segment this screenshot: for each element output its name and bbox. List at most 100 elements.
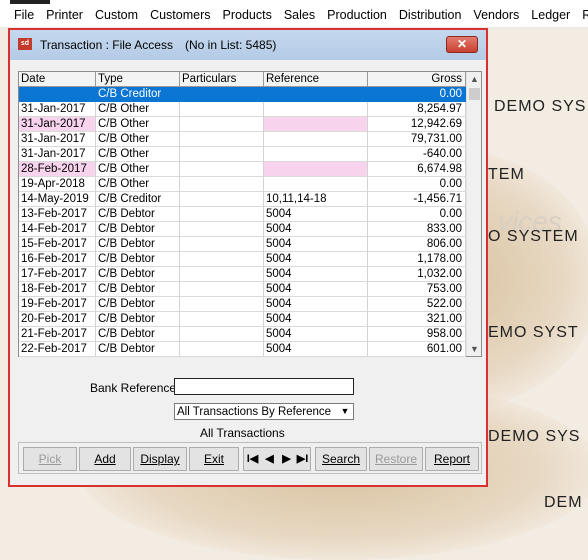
exit-button[interactable]: Exit xyxy=(189,447,239,471)
window-strip xyxy=(10,0,50,4)
cell-reference xyxy=(264,102,368,117)
cell-type: C/B Creditor xyxy=(96,192,180,207)
filter-select[interactable]: All Transactions By Reference ▼ xyxy=(174,403,354,420)
table-row[interactable]: 15-Feb-2017 C/B Debtor 5004 806.00 xyxy=(19,237,466,252)
column-header-type[interactable]: Type xyxy=(96,72,180,87)
first-record-icon[interactable]: I◀ xyxy=(244,448,261,470)
cell-gross: -1,456.71 xyxy=(368,192,466,207)
cell-date: 14-Feb-2017 xyxy=(19,222,96,237)
transaction-dialog: sd Transaction : File Access (No in List… xyxy=(8,28,488,487)
button-bar: Pick Add Display Exit I◀ ◀ ▶ ▶I Search R… xyxy=(18,442,482,474)
table-row[interactable]: 14-Feb-2017 C/B Debtor 5004 833.00 xyxy=(19,222,466,237)
cell-type: C/B Debtor xyxy=(96,267,180,282)
next-record-icon[interactable]: ▶ xyxy=(278,448,295,470)
menu-file[interactable]: File xyxy=(14,8,34,22)
previous-record-icon[interactable]: ◀ xyxy=(261,448,278,470)
menu-ledger[interactable]: Ledger xyxy=(531,8,570,22)
cell-particulars xyxy=(180,327,264,342)
record-navigator: I◀ ◀ ▶ ▶I xyxy=(243,447,311,471)
cell-particulars xyxy=(180,177,264,192)
cell-gross: 1,178.00 xyxy=(368,252,466,267)
menu-custom[interactable]: Custom xyxy=(95,8,138,22)
menu-customers[interactable]: Customers xyxy=(150,8,210,22)
table-row[interactable]: 19-Apr-2018 C/B Other 0.00 xyxy=(19,177,466,192)
table-row[interactable]: 19-Feb-2017 C/B Debtor 5004 522.00 xyxy=(19,297,466,312)
table-row[interactable]: 21-Feb-2017 C/B Debtor 5004 958.00 xyxy=(19,327,466,342)
cell-particulars xyxy=(180,207,264,222)
cell-reference: 5004 xyxy=(264,342,368,357)
cell-particulars xyxy=(180,147,264,162)
transactions-table[interactable]: Date Type Particulars Reference Gross C/… xyxy=(18,71,482,357)
menu-bar: File Printer Custom Customers Products S… xyxy=(0,0,588,28)
scroll-down-icon[interactable]: ▼ xyxy=(467,342,482,356)
table-row[interactable]: C/B Creditor 0.00 xyxy=(19,87,466,102)
cell-type: C/B Debtor xyxy=(96,327,180,342)
bank-reference-input[interactable] xyxy=(174,378,354,395)
filter-selected-value: All Transactions By Reference xyxy=(177,406,332,418)
table-row[interactable]: 20-Feb-2017 C/B Debtor 5004 321.00 xyxy=(19,312,466,327)
cell-gross: 1,032.00 xyxy=(368,267,466,282)
cell-reference: 10,11,14-18 xyxy=(264,192,368,207)
cell-reference xyxy=(264,117,368,132)
chevron-down-icon[interactable]: ▼ xyxy=(337,404,353,419)
table-row[interactable]: 31-Jan-2017 C/B Other 8,254.97 xyxy=(19,102,466,117)
table-row[interactable]: 31-Jan-2017 C/B Other 79,731.00 xyxy=(19,132,466,147)
table-row[interactable]: 18-Feb-2017 C/B Debtor 5004 753.00 xyxy=(19,282,466,297)
table-row[interactable]: 22-Feb-2017 C/B Debtor 5004 601.00 xyxy=(19,342,466,357)
cell-type: C/B Debtor xyxy=(96,207,180,222)
cell-date: 31-Jan-2017 xyxy=(19,117,96,132)
cell-gross: 0.00 xyxy=(368,177,466,192)
menu-products[interactable]: Products xyxy=(223,8,272,22)
cell-gross: 79,731.00 xyxy=(368,132,466,147)
column-header-particulars[interactable]: Particulars xyxy=(180,72,264,87)
last-record-icon[interactable]: ▶I xyxy=(294,448,311,470)
scroll-up-icon[interactable]: ▲ xyxy=(467,72,482,86)
demo-watermark: O SYSTEM xyxy=(488,228,579,245)
table-row[interactable]: 17-Feb-2017 C/B Debtor 5004 1,032.00 xyxy=(19,267,466,282)
menu-reports[interactable]: Re xyxy=(582,8,588,22)
cell-date: 19-Feb-2017 xyxy=(19,297,96,312)
cell-particulars xyxy=(180,87,264,102)
cell-date: 21-Feb-2017 xyxy=(19,327,96,342)
display-button[interactable]: Display xyxy=(133,447,187,471)
column-header-reference[interactable]: Reference xyxy=(264,72,368,87)
scroll-thumb[interactable] xyxy=(469,88,480,100)
cell-type: C/B Other xyxy=(96,117,180,132)
cell-date: 31-Jan-2017 xyxy=(19,147,96,162)
dialog-titlebar[interactable]: sd Transaction : File Access (No in List… xyxy=(10,30,486,60)
cell-type: C/B Debtor xyxy=(96,252,180,267)
vertical-scrollbar[interactable]: ▲ ▼ xyxy=(466,72,481,356)
menu-list: File Printer Custom Customers Products S… xyxy=(14,8,588,22)
demo-watermark: TEM xyxy=(488,166,525,183)
restore-button[interactable]: Restore xyxy=(369,447,423,471)
search-button[interactable]: Search xyxy=(315,447,367,471)
menu-distribution[interactable]: Distribution xyxy=(399,8,462,22)
menu-sales[interactable]: Sales xyxy=(284,8,315,22)
cell-reference xyxy=(264,132,368,147)
demo-watermark: DEMO SYS xyxy=(494,98,587,115)
cell-date xyxy=(19,87,96,102)
report-button[interactable]: Report xyxy=(425,447,479,471)
cell-particulars xyxy=(180,222,264,237)
menu-production[interactable]: Production xyxy=(327,8,387,22)
cell-particulars xyxy=(180,252,264,267)
pick-button[interactable]: Pick xyxy=(23,447,77,471)
table-row[interactable]: 31-Jan-2017 C/B Other -640.00 xyxy=(19,147,466,162)
cell-reference xyxy=(264,147,368,162)
table-row[interactable]: 16-Feb-2017 C/B Debtor 5004 1,178.00 xyxy=(19,252,466,267)
bank-reference-label: Bank Reference xyxy=(90,381,177,395)
cell-type: C/B Debtor xyxy=(96,222,180,237)
table-row[interactable]: 14-May-2019 C/B Creditor 10,11,14-18 -1,456… xyxy=(19,192,466,207)
demo-watermark: DEM xyxy=(544,494,583,511)
close-button[interactable]: ✕ xyxy=(446,36,478,53)
filter-caption: All Transactions xyxy=(200,426,285,440)
table-row[interactable]: 13-Feb-2017 C/B Debtor 5004 0.00 xyxy=(19,207,466,222)
menu-printer[interactable]: Printer xyxy=(46,8,83,22)
column-header-date[interactable]: Date xyxy=(19,72,96,87)
add-button[interactable]: Add xyxy=(79,447,131,471)
cell-particulars xyxy=(180,117,264,132)
menu-vendors[interactable]: Vendors xyxy=(473,8,519,22)
column-header-gross[interactable]: Gross xyxy=(368,72,466,87)
table-row[interactable]: 28-Feb-2017 C/B Other 6,674.98 xyxy=(19,162,466,177)
table-row[interactable]: 31-Jan-2017 C/B Other 12,942.69 xyxy=(19,117,466,132)
